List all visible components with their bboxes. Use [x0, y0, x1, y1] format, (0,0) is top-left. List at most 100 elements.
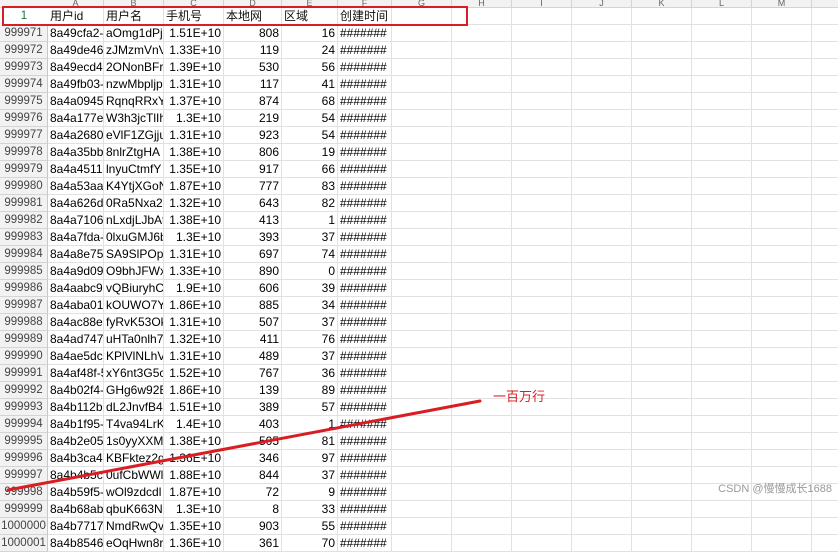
cell-local-net[interactable]: 505 — [224, 433, 282, 450]
empty-cell[interactable] — [452, 518, 512, 535]
cell-user-id[interactable]: 8a4a8e75- — [48, 246, 104, 263]
cell-phone[interactable]: 1.87E+10 — [164, 484, 224, 501]
cell-local-net[interactable]: 530 — [224, 59, 282, 76]
empty-cell[interactable] — [812, 127, 838, 144]
cell-created-time[interactable]: ####### — [338, 416, 392, 433]
cell-username[interactable]: 1s0yyXXM5 — [104, 433, 164, 450]
empty-cell[interactable] — [692, 25, 752, 42]
cell-phone[interactable]: 1.38E+10 — [164, 144, 224, 161]
cell-user-id[interactable]: 8a4b2e05- — [48, 433, 104, 450]
cell-created-time[interactable]: ####### — [338, 76, 392, 93]
empty-cell[interactable] — [692, 365, 752, 382]
row-number[interactable]: 999978 — [0, 144, 48, 161]
empty-cell[interactable] — [632, 263, 692, 280]
row-number[interactable]: 999987 — [0, 297, 48, 314]
empty-cell[interactable] — [512, 8, 572, 25]
cell-user-id[interactable]: 8a4ad747- — [48, 331, 104, 348]
cell-username[interactable]: aOmg1dPj — [104, 25, 164, 42]
empty-cell[interactable] — [812, 161, 838, 178]
row-number[interactable]: 999971 — [0, 25, 48, 42]
cell-area[interactable]: 34 — [282, 297, 338, 314]
cell-local-net[interactable]: 489 — [224, 348, 282, 365]
empty-cell[interactable] — [452, 42, 512, 59]
cell-local-net[interactable]: 139 — [224, 382, 282, 399]
cell-username[interactable]: O9bhJFWx — [104, 263, 164, 280]
empty-cell[interactable] — [692, 161, 752, 178]
empty-cell[interactable] — [812, 229, 838, 246]
row-number[interactable]: 999975 — [0, 93, 48, 110]
empty-cell[interactable] — [392, 399, 452, 416]
empty-cell[interactable] — [572, 314, 632, 331]
cell-username[interactable]: KBFktez2g — [104, 450, 164, 467]
cell-area[interactable]: 66 — [282, 161, 338, 178]
row-number[interactable]: 999995 — [0, 433, 48, 450]
empty-cell[interactable] — [752, 331, 812, 348]
empty-cell[interactable] — [752, 178, 812, 195]
cell-phone[interactable]: 1.3E+10 — [164, 229, 224, 246]
empty-cell[interactable] — [572, 263, 632, 280]
cell-area[interactable]: 83 — [282, 178, 338, 195]
empty-cell[interactable] — [392, 382, 452, 399]
empty-cell[interactable] — [392, 246, 452, 263]
row-number[interactable]: 999973 — [0, 59, 48, 76]
cell-local-net[interactable]: 806 — [224, 144, 282, 161]
cell-created-time[interactable]: ####### — [338, 535, 392, 552]
empty-cell[interactable] — [512, 246, 572, 263]
cell-local-net[interactable]: 361 — [224, 535, 282, 552]
cell-username[interactable]: 0Ra5Nxa2 — [104, 195, 164, 212]
empty-cell[interactable] — [812, 348, 838, 365]
empty-cell[interactable] — [512, 280, 572, 297]
cell-phone[interactable]: 1.88E+10 — [164, 467, 224, 484]
column-letter-h[interactable]: H — [452, 0, 512, 7]
cell-local-net[interactable]: 413 — [224, 212, 282, 229]
row-number[interactable]: 999996 — [0, 450, 48, 467]
empty-cell[interactable] — [572, 76, 632, 93]
cell-area[interactable]: 89 — [282, 382, 338, 399]
empty-cell[interactable] — [572, 42, 632, 59]
cell-phone[interactable]: 1.31E+10 — [164, 246, 224, 263]
cell-local-net[interactable]: 606 — [224, 280, 282, 297]
empty-cell[interactable] — [812, 365, 838, 382]
cell-local-net[interactable]: 808 — [224, 25, 282, 42]
empty-cell[interactable] — [392, 144, 452, 161]
empty-cell[interactable] — [692, 144, 752, 161]
empty-cell[interactable] — [572, 195, 632, 212]
row-number[interactable]: 999986 — [0, 280, 48, 297]
row-number[interactable]: 999980 — [0, 178, 48, 195]
cell-username[interactable]: W3h3jcTlIh — [104, 110, 164, 127]
empty-cell[interactable] — [572, 365, 632, 382]
empty-cell[interactable] — [692, 314, 752, 331]
empty-cell[interactable] — [632, 535, 692, 552]
empty-cell[interactable] — [512, 416, 572, 433]
empty-cell[interactable] — [692, 8, 752, 25]
row-number[interactable]: 999998 — [0, 484, 48, 501]
cell-local-net[interactable]: 411 — [224, 331, 282, 348]
cell-created-time[interactable]: ####### — [338, 501, 392, 518]
empty-cell[interactable] — [572, 450, 632, 467]
empty-cell[interactable] — [452, 178, 512, 195]
spreadsheet[interactable]: ABCDEFGHIJKLMN 1用户id用户名手机号本地网区域创建时间99997… — [0, 0, 838, 552]
empty-cell[interactable] — [572, 416, 632, 433]
empty-cell[interactable] — [632, 348, 692, 365]
cell-created-time[interactable]: ####### — [338, 263, 392, 280]
empty-cell[interactable] — [452, 348, 512, 365]
empty-cell[interactable] — [692, 246, 752, 263]
empty-cell[interactable] — [752, 59, 812, 76]
empty-cell[interactable] — [512, 535, 572, 552]
cell-phone[interactable]: 1.33E+10 — [164, 263, 224, 280]
cell-area[interactable]: 36 — [282, 365, 338, 382]
cell-phone[interactable]: 1.86E+10 — [164, 297, 224, 314]
empty-cell[interactable] — [512, 348, 572, 365]
empty-cell[interactable] — [812, 314, 838, 331]
empty-cell[interactable] — [692, 110, 752, 127]
cell-username[interactable]: eVlF1ZGjju — [104, 127, 164, 144]
cell-area[interactable]: 57 — [282, 399, 338, 416]
empty-cell[interactable] — [632, 467, 692, 484]
empty-cell[interactable] — [752, 314, 812, 331]
cell-area[interactable]: 37 — [282, 314, 338, 331]
empty-cell[interactable] — [812, 212, 838, 229]
empty-cell[interactable] — [512, 161, 572, 178]
empty-cell[interactable] — [812, 501, 838, 518]
cell-user-id[interactable]: 8a4b68ab- — [48, 501, 104, 518]
cell-user-id[interactable]: 8a4b59f5- — [48, 484, 104, 501]
